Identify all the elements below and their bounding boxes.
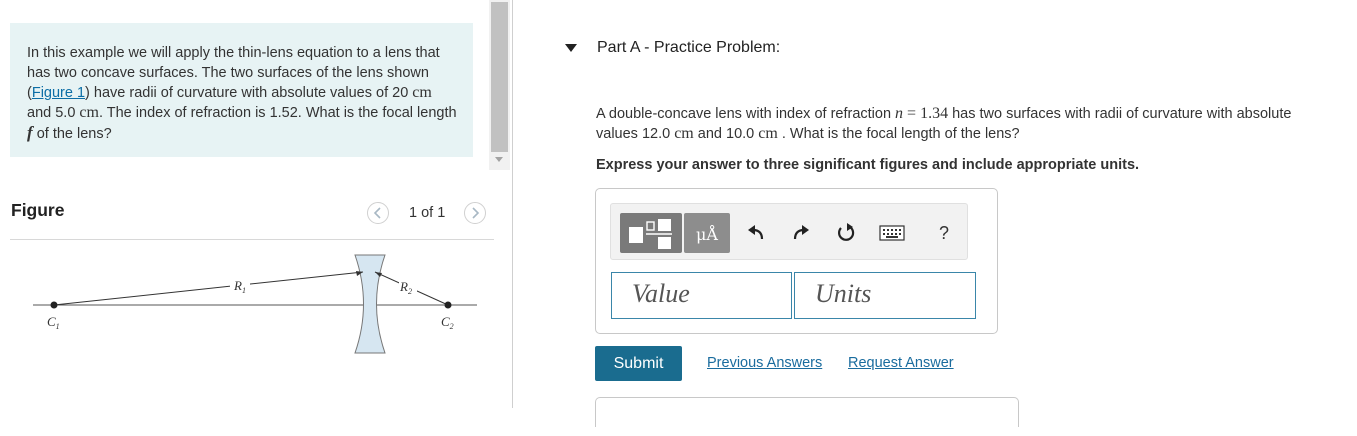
- practice-problem-text: A double-concave lens with index of refr…: [596, 104, 1336, 144]
- templates-icon: [629, 219, 672, 249]
- undo-button[interactable]: [742, 218, 770, 248]
- feedback-card: [595, 397, 1019, 427]
- math-toolbar: μÅ ?: [610, 203, 968, 260]
- label-c2-sub: 2: [450, 322, 454, 331]
- redo-button[interactable]: [787, 218, 815, 248]
- label-r2: R: [399, 279, 408, 294]
- intro-text: of the lens?: [32, 126, 112, 142]
- reset-button[interactable]: [832, 218, 860, 248]
- label-r1-sub: 1: [242, 286, 246, 295]
- keyboard-button[interactable]: [877, 218, 907, 248]
- units-input[interactable]: Units: [794, 272, 976, 319]
- submit-button[interactable]: Submit: [595, 346, 682, 381]
- refraction-index-value: = 1.34: [903, 105, 949, 122]
- intro-problem: In this example we will apply the thin-l…: [10, 23, 473, 157]
- figure-header: Figure 1 of 1: [10, 199, 494, 240]
- templates-button[interactable]: [620, 213, 682, 253]
- help-icon: ?: [938, 222, 949, 243]
- figure-next-button[interactable]: [464, 202, 486, 224]
- part-a-title: Part A - Practice Problem:: [597, 39, 781, 56]
- undo-icon: [748, 225, 764, 240]
- intro-text: ) have radii of curvature with absolute …: [85, 85, 413, 101]
- left-pane: In this example we will apply the thin-l…: [0, 0, 513, 408]
- value-input[interactable]: Value: [611, 272, 792, 319]
- svg-text:C1: C1: [47, 314, 60, 331]
- label-c1: C: [47, 314, 56, 329]
- chevron-left-icon: [373, 207, 381, 219]
- intro-text: . The index of refraction is 1.52. What …: [98, 105, 457, 121]
- label-c1-sub: 1: [56, 322, 60, 331]
- figure-prev-button[interactable]: [367, 202, 389, 224]
- unit-cm: cm: [412, 84, 432, 101]
- concave-lens: [354, 254, 386, 354]
- request-answer-link[interactable]: Request Answer: [848, 355, 954, 371]
- answer-instructions: Express your answer to three significant…: [596, 157, 1140, 173]
- problem-text: and 10.0: [693, 126, 759, 142]
- radius-line-r1: [53, 271, 364, 306]
- answer-panel: μÅ ? Value Units: [595, 188, 998, 334]
- figure-page-count: 1 of 1: [409, 205, 446, 221]
- label-r2-sub: 2: [408, 287, 412, 296]
- center-point-c1: [50, 301, 58, 309]
- label-r1: R: [233, 278, 242, 293]
- refraction-index-var: n: [895, 105, 904, 122]
- figure-title: Figure: [11, 200, 65, 220]
- units-icon: μÅ: [696, 225, 718, 244]
- reset-icon: [838, 223, 855, 241]
- problem-text: . What is the focal length of the lens?: [777, 126, 1020, 142]
- part-collapse-toggle-icon[interactable]: [565, 44, 577, 52]
- center-point-c2: [444, 301, 452, 309]
- svg-text:C2: C2: [441, 314, 454, 331]
- figure-link[interactable]: Figure 1: [32, 85, 85, 101]
- unit-cm: cm: [674, 125, 694, 142]
- problem-text: A double-concave lens with index of refr…: [596, 106, 896, 122]
- chevron-right-icon: [472, 207, 480, 219]
- keyboard-icon: [879, 225, 905, 241]
- previous-answers-link[interactable]: Previous Answers: [707, 355, 822, 371]
- lens-diagram: C1 C2 R1 R2: [33, 254, 477, 354]
- intro-text: and 5.0: [27, 105, 80, 121]
- scrollbar-thumb[interactable]: [491, 2, 508, 152]
- units-button[interactable]: μÅ: [684, 213, 730, 253]
- label-c2: C: [441, 314, 450, 329]
- help-button[interactable]: ?: [930, 218, 958, 248]
- unit-cm: cm: [79, 104, 99, 121]
- redo-icon: [793, 225, 809, 240]
- scroll-down-icon[interactable]: [495, 157, 503, 162]
- unit-cm: cm: [758, 125, 778, 142]
